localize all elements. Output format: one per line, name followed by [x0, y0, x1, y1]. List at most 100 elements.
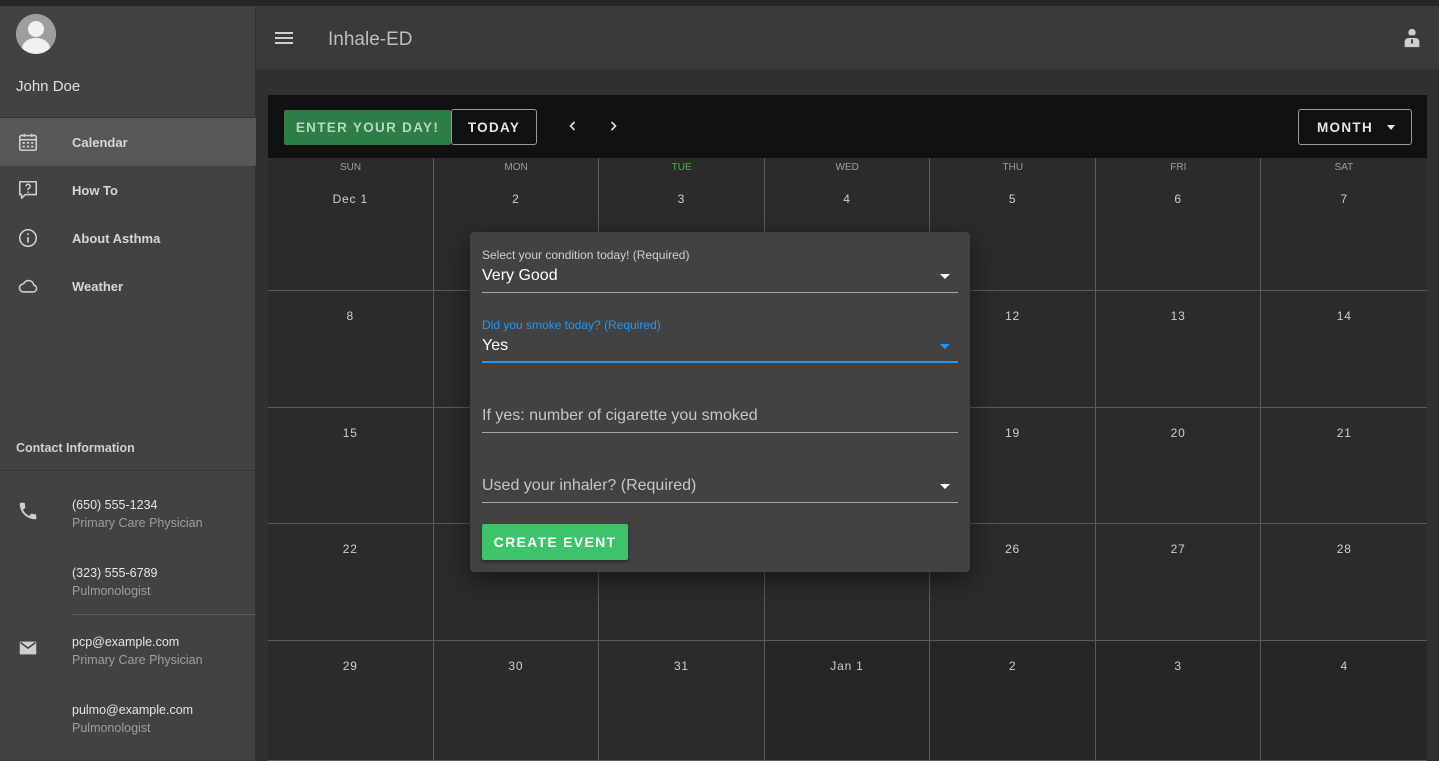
calendar-day-number: Jan 1 [830, 659, 864, 673]
enter-day-dialog: Select your condition today! (Required) … [470, 232, 970, 572]
calendar-day-number: 29 [342, 659, 358, 673]
calendar-day-number: 3 [677, 192, 686, 206]
condition-label: Select your condition today! (Required) [482, 248, 690, 262]
calendar-day-number: 27 [1170, 542, 1186, 556]
calendar-day-number: 6 [1174, 192, 1182, 206]
today-button[interactable]: TODAY [451, 109, 537, 145]
calendar-day-number: 28 [1336, 542, 1352, 556]
email-icon [19, 641, 37, 655]
weekday-header: SAT [1334, 162, 1354, 173]
sidebar-item-label: Calendar [72, 134, 128, 150]
calendar-day-cell[interactable]: 20 [1095, 408, 1262, 524]
condition-value: Very Good [482, 267, 558, 284]
inhaler-select[interactable]: Used your inhaler? (Required) [482, 454, 958, 503]
chevron-right-icon[interactable] [604, 117, 622, 135]
sidebar-item-calendar[interactable]: Calendar [0, 118, 256, 166]
sidebar-nav: Calendar How To About Asthma Weather [0, 118, 256, 310]
cigarette-count-input[interactable]: If yes: number of cigarette you smoked [482, 384, 958, 433]
caret-down-icon [940, 274, 950, 279]
weekday-header: THU [1002, 162, 1024, 173]
contact-value: pcp@example.com [72, 635, 180, 649]
calendar-day-cell[interactable]: 7 [1261, 158, 1427, 291]
calendar-day-cell[interactable]: 30 [433, 641, 600, 761]
calendar-day-cell[interactable]: Jan 1 [764, 641, 931, 761]
contact-email-pulmonologist[interactable]: pulmo@example.com Pulmonologist [0, 703, 256, 761]
sidebar-item-how-to[interactable]: How To [0, 166, 256, 214]
calendar-day-number: 2 [512, 192, 520, 206]
smoke-select[interactable]: Did you smoke today? (Required) Yes [482, 314, 958, 363]
calendar-day-cell[interactable]: 3 [1095, 641, 1262, 761]
calendar-day-number: 21 [1336, 426, 1352, 440]
contact-role: Pulmonologist [72, 721, 151, 735]
calendar-day-number: Dec 1 [332, 192, 368, 206]
chevron-left-icon[interactable] [564, 117, 582, 135]
condition-select[interactable]: Select your condition today! (Required) … [482, 244, 958, 293]
calendar-day-cell[interactable]: 15 [268, 408, 434, 524]
calendar-day-number: 5 [1008, 192, 1017, 206]
sidebar-item-label: How To [72, 182, 118, 198]
calendar-icon [18, 133, 38, 152]
cloud-icon [18, 279, 38, 293]
calendar-day-number: 2 [1008, 659, 1017, 673]
enter-your-day-button[interactable]: ENTER YOUR DAY! [284, 110, 451, 145]
sidebar-item-label: Weather [72, 278, 124, 294]
view-select-button[interactable]: MONTH [1298, 109, 1412, 145]
calendar-day-cell[interactable]: 13 [1095, 291, 1262, 408]
calendar-day-cell[interactable]: 6 [1095, 158, 1262, 291]
calendar-day-cell[interactable]: 21 [1261, 408, 1427, 524]
contact-email-pcp[interactable]: pcp@example.com Primary Care Physician [0, 635, 256, 695]
field-underline [482, 502, 958, 503]
weekday-header: MON [504, 162, 528, 173]
calendar-day-cell[interactable]: 4 [1261, 641, 1427, 761]
calendar-day-cell[interactable]: 14 [1261, 291, 1427, 408]
calendar-day-number: 31 [673, 659, 689, 673]
calendar-day-cell[interactable]: 28 [1261, 524, 1427, 641]
contact-value: (650) 555-1234 [72, 498, 158, 512]
calendar-day-number: 4 [1340, 659, 1348, 673]
avatar[interactable] [16, 14, 56, 54]
sidebar-item-label: About Asthma [72, 230, 161, 246]
sidebar: John Doe Calendar How To About Asthma We… [0, 7, 256, 761]
calendar-day-cell[interactable]: 29 [268, 641, 434, 761]
weekday-header: SUN [339, 162, 362, 173]
inhaler-placeholder: Used your inhaler? (Required) [482, 477, 697, 494]
weekday-header: TUE [671, 162, 692, 173]
field-underline [482, 432, 958, 433]
caret-down-icon [940, 344, 950, 349]
calendar-day-number: 13 [1170, 309, 1186, 323]
calendar-day-number: 15 [342, 426, 358, 440]
calendar-day-number: 30 [508, 659, 524, 673]
calendar-day-number: 7 [1340, 192, 1348, 206]
create-event-button[interactable]: CREATE EVENT [482, 524, 628, 560]
calendar-day-cell[interactable]: 8 [268, 291, 434, 408]
person-icon [16, 14, 56, 54]
app-bar: Inhale-ED [256, 7, 1439, 71]
contact-role: Pulmonologist [72, 584, 151, 598]
contact-role: Primary Care Physician [72, 653, 203, 667]
top-strip [0, 0, 1439, 7]
caret-down-icon [1387, 125, 1395, 130]
divider [0, 470, 256, 471]
smoke-value: Yes [482, 337, 509, 354]
contact-information-heading: Contact Information [16, 441, 135, 455]
menu-icon[interactable] [274, 28, 294, 48]
calendar-day-cell[interactable]: 22 [268, 524, 434, 641]
contact-value: (323) 555-6789 [72, 566, 158, 580]
calendar-day-cell[interactable]: 2 [930, 641, 1096, 761]
calendar-day-cell[interactable]: Dec 1 [268, 158, 434, 291]
view-select-label: MONTH [1317, 119, 1373, 135]
sidebar-item-about-asthma[interactable]: About Asthma [0, 214, 256, 262]
account-icon[interactable] [1401, 27, 1423, 49]
calendar-toolbar: ENTER YOUR DAY! TODAY MONTH [268, 95, 1427, 158]
calendar-day-number: 4 [843, 192, 851, 206]
sidebar-item-weather[interactable]: Weather [0, 262, 256, 310]
field-underline [482, 361, 958, 363]
calendar-day-cell[interactable]: 27 [1095, 524, 1262, 641]
user-name: John Doe [16, 78, 81, 95]
contact-phone-pulmonologist[interactable]: (323) 555-6789 Pulmonologist [0, 566, 256, 626]
contact-phone-pcp[interactable]: (650) 555-1234 Primary Care Physician [0, 498, 256, 558]
calendar-day-number: 20 [1170, 426, 1186, 440]
calendar-day-cell[interactable]: 31 [599, 641, 765, 761]
help-icon [18, 180, 38, 200]
smoke-label: Did you smoke today? (Required) [482, 318, 661, 332]
